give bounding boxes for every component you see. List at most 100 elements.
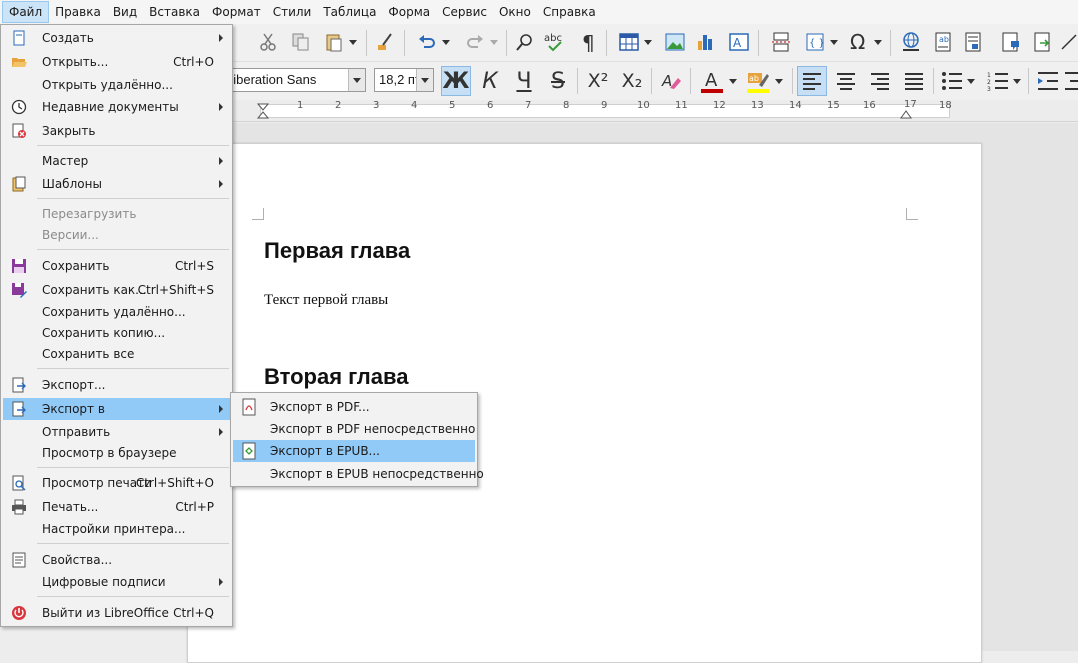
menu-item-print[interactable]: Печать... Ctrl+P bbox=[3, 496, 231, 518]
clone-formatting-button[interactable] bbox=[372, 28, 398, 56]
menu-item-send[interactable]: Отправить bbox=[3, 421, 231, 443]
redo-button[interactable] bbox=[460, 28, 502, 56]
insert-chart-button[interactable] bbox=[692, 28, 718, 56]
decrease-indent-button[interactable] bbox=[1064, 67, 1078, 95]
ruler-number: 1 bbox=[297, 100, 304, 111]
endnote-icon bbox=[965, 32, 981, 52]
indent-icon bbox=[1038, 72, 1058, 90]
formatting-marks-button[interactable]: ¶ bbox=[576, 28, 602, 56]
menu-item-new[interactable]: Создать bbox=[3, 27, 231, 49]
menu-item-open-remote[interactable]: Открыть удалённо... bbox=[3, 74, 231, 96]
outdent-icon bbox=[1065, 72, 1078, 90]
ruler-number: 8 bbox=[563, 100, 570, 111]
menu-item-exit[interactable]: Выйти из LibreOffice Ctrl+Q bbox=[3, 602, 231, 624]
menu-insert[interactable]: Вставка bbox=[143, 1, 206, 23]
paintbrush-icon bbox=[378, 33, 392, 50]
menu-item-templates[interactable]: Шаблоны bbox=[3, 173, 231, 195]
align-left-button[interactable] bbox=[797, 66, 827, 96]
menu-item-print-preview[interactable]: Просмотр печати Ctrl+Shift+O bbox=[3, 472, 231, 494]
menu-table[interactable]: Таблица bbox=[317, 1, 382, 23]
find-replace-button[interactable] bbox=[512, 28, 538, 56]
track-changes-button[interactable] bbox=[1030, 28, 1056, 56]
bold-button[interactable]: Ж bbox=[441, 66, 471, 96]
heading-1[interactable]: Первая глава bbox=[264, 238, 410, 264]
menu-window[interactable]: Окно bbox=[493, 1, 537, 23]
submenu-item-export-epub[interactable]: Экспорт в EPUB... bbox=[233, 440, 475, 462]
menu-item-save-all[interactable]: Сохранить все bbox=[3, 343, 231, 365]
menu-item-save-remote[interactable]: Сохранить удалённо... bbox=[3, 301, 231, 323]
menu-item-preview-browser[interactable]: Просмотр в браузере bbox=[3, 442, 231, 464]
ruler-number: 2 bbox=[335, 100, 342, 111]
field-icon: { } bbox=[806, 33, 825, 51]
insert-image-button[interactable] bbox=[662, 28, 688, 56]
menu-edit[interactable]: Правка bbox=[49, 1, 107, 23]
menu-item-save[interactable]: Сохранить Ctrl+S bbox=[3, 255, 231, 277]
underline-button[interactable]: Ч bbox=[509, 66, 539, 96]
menu-item-printer-settings[interactable]: Настройки принтера... bbox=[3, 518, 231, 540]
epub-icon bbox=[242, 442, 256, 460]
insert-field-button[interactable]: { } bbox=[800, 28, 842, 56]
page-break-button[interactable] bbox=[768, 28, 794, 56]
menu-help[interactable]: Справка bbox=[537, 1, 602, 23]
eraser-icon: A bbox=[661, 72, 681, 90]
font-size-dropdown[interactable] bbox=[416, 69, 433, 91]
subscript-button[interactable]: X₂ bbox=[617, 66, 647, 96]
menu-styles[interactable]: Стили bbox=[267, 1, 318, 23]
menu-item-recent[interactable]: Недавние документы bbox=[3, 96, 231, 118]
endnote-button[interactable] bbox=[960, 28, 986, 56]
insert-table-button[interactable] bbox=[614, 28, 656, 56]
margin-corner-tl bbox=[252, 208, 264, 220]
menu-tools[interactable]: Сервис bbox=[436, 1, 493, 23]
copy-button[interactable] bbox=[288, 28, 314, 56]
undo-button[interactable] bbox=[412, 28, 454, 56]
submenu-item-export-pdf-direct[interactable]: Экспорт в PDF непосредственно bbox=[233, 418, 475, 440]
font-size-value: 18,2 пт bbox=[379, 72, 421, 87]
menu-item-export[interactable]: Экспорт... bbox=[3, 374, 231, 396]
font-name-dropdown[interactable] bbox=[348, 69, 365, 91]
heading-2[interactable]: Вторая глава bbox=[264, 364, 408, 390]
hyperlink-button[interactable] bbox=[898, 28, 924, 56]
menu-item-close[interactable]: Закрыть bbox=[3, 120, 231, 142]
align-center-button[interactable] bbox=[831, 66, 861, 96]
bullet-list-button[interactable] bbox=[938, 67, 978, 95]
submenu-item-export-epub-direct[interactable]: Экспорт в EPUB непосредственно bbox=[233, 463, 484, 485]
toolbar-more-button[interactable] bbox=[1060, 28, 1078, 56]
align-right-button[interactable] bbox=[865, 66, 895, 96]
highlight-color-button[interactable]: ab bbox=[742, 67, 786, 95]
body-paragraph[interactable]: Текст первой главы bbox=[264, 292, 388, 309]
menu-item-digital-signatures[interactable]: Цифровые подписи bbox=[3, 571, 231, 593]
cut-button[interactable] bbox=[255, 28, 281, 56]
image-icon bbox=[665, 33, 685, 51]
comment-button[interactable] bbox=[998, 28, 1024, 56]
menu-item-save-as[interactable]: Сохранить как... Ctrl+Shift+S bbox=[3, 279, 231, 301]
font-color-button[interactable]: A bbox=[696, 67, 740, 95]
superscript-button[interactable]: X² bbox=[583, 66, 613, 96]
font-name-combo[interactable]: Liberation Sans bbox=[231, 68, 366, 92]
svg-text:Ω: Ω bbox=[850, 31, 865, 53]
increase-indent-button[interactable] bbox=[1034, 67, 1062, 95]
menu-item-open[interactable]: Открыть... Ctrl+O bbox=[3, 51, 231, 73]
numbered-list-button[interactable]: 123 bbox=[984, 67, 1024, 95]
menu-item-wizard[interactable]: Мастер bbox=[3, 150, 231, 172]
insert-textbox-button[interactable]: A bbox=[726, 28, 752, 56]
horizontal-ruler[interactable]: 1 2 3 4 5 6 7 8 9 10 11 12 13 14 15 16 1… bbox=[230, 99, 1078, 122]
menu-item-export-to[interactable]: Экспорт в bbox=[3, 398, 231, 420]
font-size-combo[interactable]: 18,2 пт bbox=[374, 68, 434, 92]
menu-view[interactable]: Вид bbox=[107, 1, 143, 23]
svg-text:1: 1 bbox=[987, 72, 991, 79]
menu-form[interactable]: Форма bbox=[382, 1, 436, 23]
strikethrough-button[interactable]: S bbox=[543, 66, 573, 96]
menu-item-save-copy[interactable]: Сохранить копию... bbox=[3, 322, 231, 344]
menu-item-properties[interactable]: Свойства... bbox=[3, 549, 231, 571]
submenu-item-export-pdf[interactable]: Экспорт в PDF... bbox=[233, 396, 475, 418]
justify-button[interactable] bbox=[899, 66, 929, 96]
menu-file[interactable]: Файл bbox=[2, 1, 50, 23]
ruler-number: 12 bbox=[713, 100, 726, 111]
special-character-button[interactable]: Ω bbox=[844, 28, 886, 56]
menu-format[interactable]: Формат bbox=[206, 1, 267, 23]
spelling-button[interactable]: abc bbox=[542, 28, 568, 56]
footnote-button[interactable]: ab bbox=[930, 28, 956, 56]
paste-button[interactable] bbox=[320, 28, 360, 56]
clear-formatting-button[interactable]: A bbox=[657, 67, 685, 95]
italic-button[interactable]: К bbox=[475, 66, 505, 96]
